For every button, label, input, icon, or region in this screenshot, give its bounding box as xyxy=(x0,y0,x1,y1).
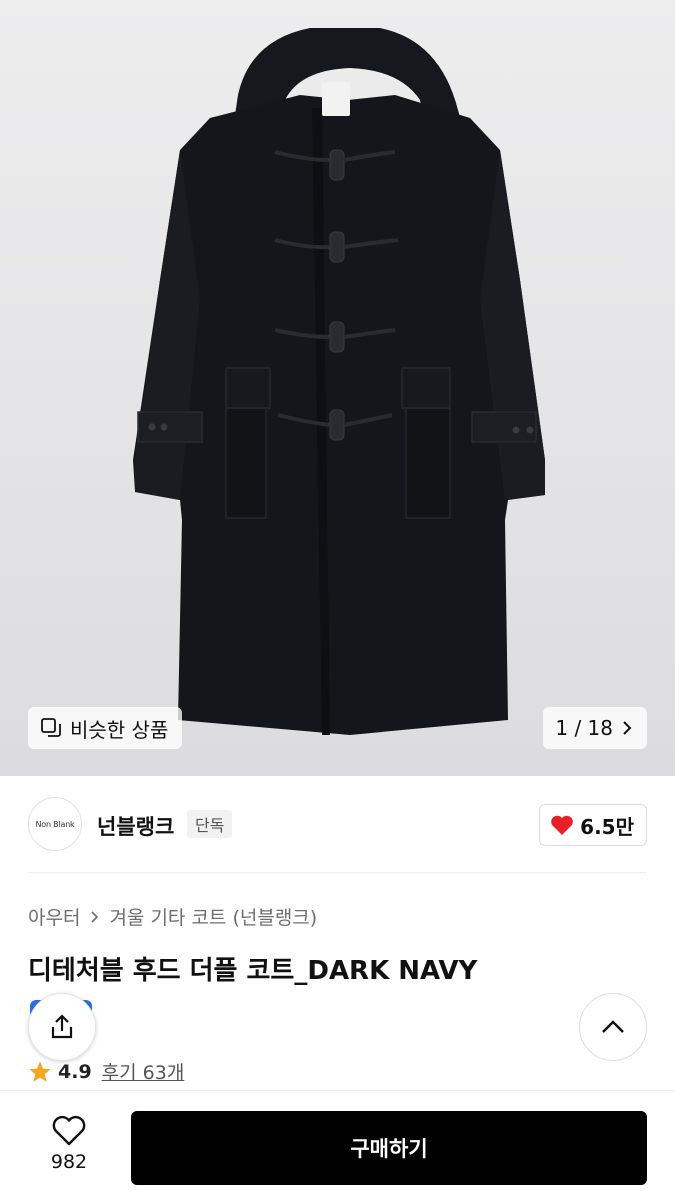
similar-products-button[interactable]: 비슷한 상품 xyxy=(28,707,183,749)
chevron-up-icon xyxy=(602,1020,624,1033)
wishlist-button[interactable]: 982 xyxy=(38,1115,100,1173)
breadcrumb-category[interactable]: 아우터 xyxy=(28,903,80,930)
scroll-top-button[interactable] xyxy=(579,993,647,1061)
wishlist-count: 982 xyxy=(50,1151,88,1173)
rating: 4.9 후기 63개 xyxy=(28,1058,184,1085)
brand-name[interactable]: 넌블랭크 xyxy=(97,811,174,841)
buy-button[interactable]: 구매하기 xyxy=(131,1111,647,1185)
breadcrumb: 아우터 겨울 기타 코트 (넌블랭크) xyxy=(28,903,317,930)
chevron-right-icon xyxy=(623,721,632,735)
heart-icon xyxy=(551,815,573,835)
product-image-gallery[interactable]: 비슷한 상품 1 / 18 xyxy=(0,0,675,776)
brand-like-count: 6.5만 xyxy=(580,814,634,839)
chevron-right-icon xyxy=(91,910,99,923)
image-counter-text: 1 / 18 xyxy=(555,716,613,740)
share-button[interactable] xyxy=(28,993,96,1061)
brand-row: Non Blank 넌블랭크 단독 6.5만 xyxy=(0,790,675,860)
product-title: 디테처블 후드 더플 코트_DARK NAVY xyxy=(28,956,478,986)
similar-icon xyxy=(41,718,61,737)
divider xyxy=(28,872,647,873)
breadcrumb-subcategory[interactable]: 겨울 기타 코트 (넌블랭크) xyxy=(109,903,317,930)
similar-products-label: 비슷한 상품 xyxy=(70,717,169,742)
brand-logo-text: Non Blank xyxy=(35,819,75,829)
star-icon xyxy=(29,1061,51,1082)
heart-outline-icon xyxy=(52,1115,86,1146)
exclusive-badge: 단독 xyxy=(187,810,233,838)
image-counter[interactable]: 1 / 18 xyxy=(543,707,647,749)
product-image xyxy=(133,28,545,735)
share-icon xyxy=(51,1014,73,1039)
review-link[interactable]: 후기 63개 xyxy=(102,1058,185,1085)
brand-like-button[interactable]: 6.5만 xyxy=(539,804,647,846)
brand-logo[interactable]: Non Blank xyxy=(28,797,82,851)
rating-score: 4.9 xyxy=(58,1060,92,1083)
bottom-action-bar: 982 구매하기 xyxy=(0,1090,675,1201)
